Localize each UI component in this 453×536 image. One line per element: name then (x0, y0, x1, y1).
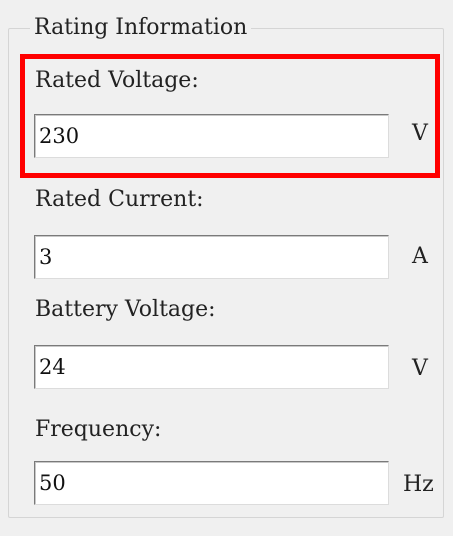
frequency-unit: Hz (403, 472, 434, 497)
group-title: Rating Information (30, 14, 252, 42)
rated-voltage-label: Rated Voltage: (35, 68, 199, 93)
battery-voltage-input[interactable] (34, 345, 389, 389)
frequency-label: Frequency: (35, 417, 162, 442)
rated-current-input[interactable] (34, 235, 389, 279)
rated-current-label: Rated Current: (35, 187, 204, 212)
frequency-input[interactable] (34, 461, 389, 505)
rated-current-unit: A (412, 244, 428, 269)
rated-voltage-unit: V (412, 121, 428, 146)
battery-voltage-label: Battery Voltage: (35, 297, 216, 322)
battery-voltage-unit: V (412, 356, 428, 381)
rating-information-panel: Rating Information Rated Voltage: V Rate… (0, 0, 453, 536)
rated-voltage-input[interactable] (34, 114, 389, 158)
